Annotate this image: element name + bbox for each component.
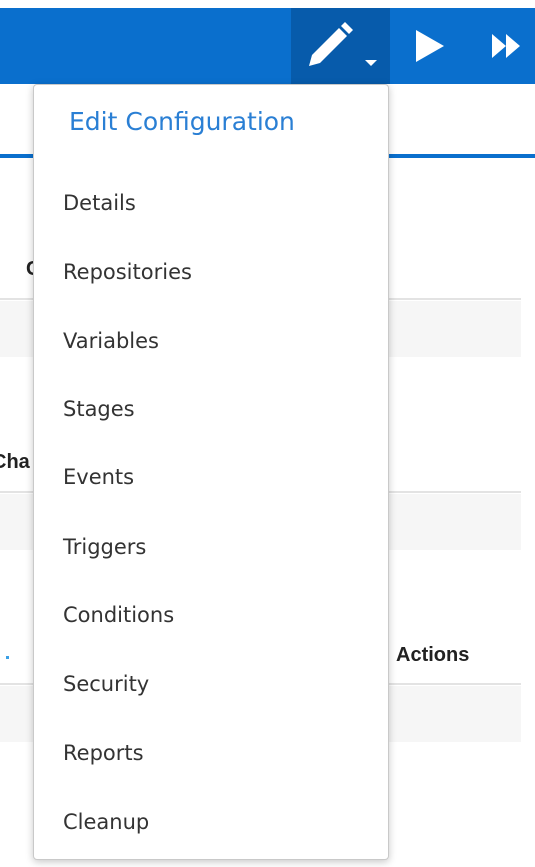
menu-item-cleanup[interactable]: Cleanup <box>63 810 149 834</box>
top-toolbar <box>0 8 535 84</box>
column-header-fragment: Cha <box>0 451 30 473</box>
menu-item-triggers[interactable]: Triggers <box>63 535 146 559</box>
fast-forward-icon <box>492 34 520 58</box>
menu-item-variables[interactable]: Variables <box>63 329 159 353</box>
menu-item-repositories[interactable]: Repositories <box>63 260 192 284</box>
menu-item-stages[interactable]: Stages <box>63 397 135 421</box>
menu-item-events[interactable]: Events <box>63 465 134 489</box>
menu-item-details[interactable]: Details <box>63 191 136 215</box>
page: C Cha Actions Edit Configuration Details… <box>0 0 535 867</box>
edit-configuration-menu: Edit Configuration Details Repositories … <box>33 84 389 860</box>
play-icon <box>416 30 444 62</box>
edit-configuration-button[interactable] <box>291 8 390 84</box>
menu-item-conditions[interactable]: Conditions <box>63 603 174 627</box>
menu-item-security[interactable]: Security <box>63 672 149 696</box>
run-all-button[interactable] <box>478 8 535 84</box>
run-button[interactable] <box>402 8 462 84</box>
actions-column-header: Actions <box>396 644 470 666</box>
caret-down-icon <box>365 60 377 66</box>
menu-item-reports[interactable]: Reports <box>63 741 144 765</box>
menu-title[interactable]: Edit Configuration <box>69 107 295 136</box>
pencil-icon <box>309 22 377 66</box>
link-fragment <box>6 656 9 659</box>
